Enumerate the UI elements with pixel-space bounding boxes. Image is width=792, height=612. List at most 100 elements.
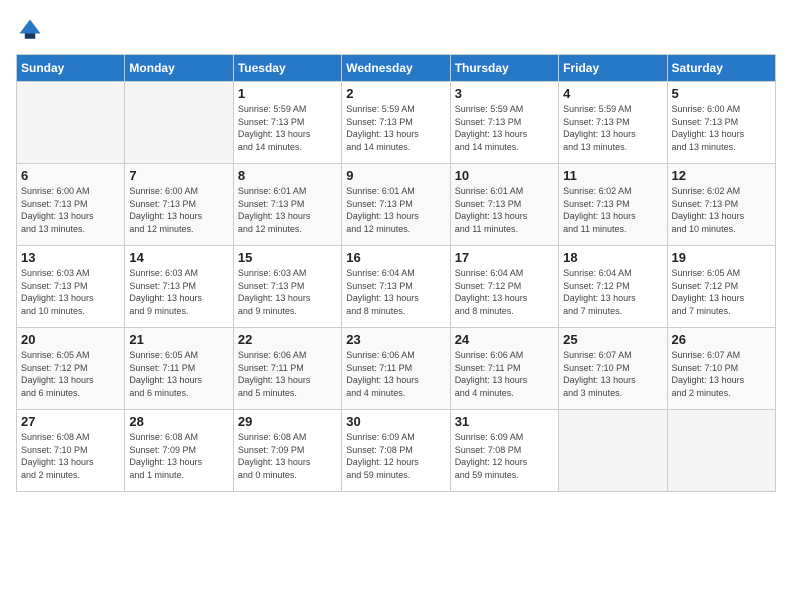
- day-number: 8: [238, 168, 337, 183]
- calendar-cell: 16 Sunrise: 6:04 AM Sunset: 7:13 PM Dayli…: [342, 246, 450, 328]
- day-info: Sunrise: 5:59 AM Sunset: 7:13 PM Dayligh…: [346, 103, 445, 153]
- calendar-cell: 4 Sunrise: 5:59 AM Sunset: 7:13 PM Daylig…: [559, 82, 667, 164]
- calendar-table: SundayMondayTuesdayWednesdayThursdayFrid…: [16, 54, 776, 492]
- day-number: 26: [672, 332, 771, 347]
- day-number: 21: [129, 332, 228, 347]
- day-info: Sunrise: 6:05 AM Sunset: 7:11 PM Dayligh…: [129, 349, 228, 399]
- day-info: Sunrise: 6:08 AM Sunset: 7:10 PM Dayligh…: [21, 431, 120, 481]
- calendar-cell: 7 Sunrise: 6:00 AM Sunset: 7:13 PM Daylig…: [125, 164, 233, 246]
- day-number: 10: [455, 168, 554, 183]
- calendar-cell: 6Sunrise: 6:00 AM Sunset: 7:13 PM Daylig…: [17, 164, 125, 246]
- day-info: Sunrise: 6:09 AM Sunset: 7:08 PM Dayligh…: [346, 431, 445, 481]
- day-number: 27: [21, 414, 120, 429]
- day-info: Sunrise: 6:07 AM Sunset: 7:10 PM Dayligh…: [672, 349, 771, 399]
- calendar-cell: 21 Sunrise: 6:05 AM Sunset: 7:11 PM Dayli…: [125, 328, 233, 410]
- day-info: Sunrise: 6:08 AM Sunset: 7:09 PM Dayligh…: [129, 431, 228, 481]
- day-info: Sunrise: 6:08 AM Sunset: 7:09 PM Dayligh…: [238, 431, 337, 481]
- day-number: 29: [238, 414, 337, 429]
- calendar-cell: 8 Sunrise: 6:01 AM Sunset: 7:13 PM Daylig…: [233, 164, 341, 246]
- day-number: 5: [672, 86, 771, 101]
- day-info: Sunrise: 6:06 AM Sunset: 7:11 PM Dayligh…: [346, 349, 445, 399]
- day-number: 13: [21, 250, 120, 265]
- calendar-cell: 15 Sunrise: 6:03 AM Sunset: 7:13 PM Dayli…: [233, 246, 341, 328]
- day-info: Sunrise: 6:06 AM Sunset: 7:11 PM Dayligh…: [455, 349, 554, 399]
- day-number: 15: [238, 250, 337, 265]
- calendar-cell: 25 Sunrise: 6:07 AM Sunset: 7:10 PM Dayli…: [559, 328, 667, 410]
- day-number: 19: [672, 250, 771, 265]
- calendar-cell: [559, 410, 667, 492]
- day-info: Sunrise: 6:05 AM Sunset: 7:12 PM Dayligh…: [672, 267, 771, 317]
- calendar-cell: 29 Sunrise: 6:08 AM Sunset: 7:09 PM Dayli…: [233, 410, 341, 492]
- day-number: 18: [563, 250, 662, 265]
- day-info: Sunrise: 5:59 AM Sunset: 7:13 PM Dayligh…: [455, 103, 554, 153]
- day-info: Sunrise: 6:07 AM Sunset: 7:10 PM Dayligh…: [563, 349, 662, 399]
- day-number: 3: [455, 86, 554, 101]
- day-info: Sunrise: 5:59 AM Sunset: 7:13 PM Dayligh…: [238, 103, 337, 153]
- day-number: 22: [238, 332, 337, 347]
- calendar-cell: 24 Sunrise: 6:06 AM Sunset: 7:11 PM Dayli…: [450, 328, 558, 410]
- day-number: 31: [455, 414, 554, 429]
- day-number: 14: [129, 250, 228, 265]
- calendar-cell: 5 Sunrise: 6:00 AM Sunset: 7:13 PM Daylig…: [667, 82, 775, 164]
- calendar-cell: 13 Sunrise: 6:03 AM Sunset: 7:13 PM Dayli…: [17, 246, 125, 328]
- day-number: 23: [346, 332, 445, 347]
- day-number: 25: [563, 332, 662, 347]
- calendar-cell: 27 Sunrise: 6:08 AM Sunset: 7:10 PM Dayli…: [17, 410, 125, 492]
- calendar-cell: [667, 410, 775, 492]
- day-number: 30: [346, 414, 445, 429]
- col-header-tuesday: Tuesday: [233, 55, 341, 82]
- day-number: 16: [346, 250, 445, 265]
- day-number: 12: [672, 168, 771, 183]
- col-header-monday: Monday: [125, 55, 233, 82]
- day-number: 4: [563, 86, 662, 101]
- day-number: 11: [563, 168, 662, 183]
- day-info: Sunrise: 5:59 AM Sunset: 7:13 PM Dayligh…: [563, 103, 662, 153]
- calendar-cell: 23 Sunrise: 6:06 AM Sunset: 7:11 PM Dayli…: [342, 328, 450, 410]
- day-info: Sunrise: 6:01 AM Sunset: 7:13 PM Dayligh…: [455, 185, 554, 235]
- day-number: 28: [129, 414, 228, 429]
- day-number: 9: [346, 168, 445, 183]
- day-number: 17: [455, 250, 554, 265]
- calendar-cell: 17 Sunrise: 6:04 AM Sunset: 7:12 PM Dayli…: [450, 246, 558, 328]
- calendar-cell: 1Sunrise: 5:59 AM Sunset: 7:13 PM Daylig…: [233, 82, 341, 164]
- day-info: Sunrise: 6:02 AM Sunset: 7:13 PM Dayligh…: [672, 185, 771, 235]
- calendar-cell: 28 Sunrise: 6:08 AM Sunset: 7:09 PM Dayli…: [125, 410, 233, 492]
- day-number: 6: [21, 168, 120, 183]
- calendar-cell: 12 Sunrise: 6:02 AM Sunset: 7:13 PM Dayli…: [667, 164, 775, 246]
- calendar-cell: 22 Sunrise: 6:06 AM Sunset: 7:11 PM Dayli…: [233, 328, 341, 410]
- calendar-cell: 26 Sunrise: 6:07 AM Sunset: 7:10 PM Dayli…: [667, 328, 775, 410]
- calendar-cell: 20Sunrise: 6:05 AM Sunset: 7:12 PM Dayli…: [17, 328, 125, 410]
- calendar-cell: 3 Sunrise: 5:59 AM Sunset: 7:13 PM Daylig…: [450, 82, 558, 164]
- calendar-cell: 2 Sunrise: 5:59 AM Sunset: 7:13 PM Daylig…: [342, 82, 450, 164]
- day-info: Sunrise: 6:04 AM Sunset: 7:12 PM Dayligh…: [455, 267, 554, 317]
- day-info: Sunrise: 6:01 AM Sunset: 7:13 PM Dayligh…: [238, 185, 337, 235]
- day-number: 7: [129, 168, 228, 183]
- day-info: Sunrise: 6:04 AM Sunset: 7:13 PM Dayligh…: [346, 267, 445, 317]
- col-header-thursday: Thursday: [450, 55, 558, 82]
- logo-icon: [16, 16, 44, 44]
- day-info: Sunrise: 6:03 AM Sunset: 7:13 PM Dayligh…: [238, 267, 337, 317]
- day-info: Sunrise: 6:02 AM Sunset: 7:13 PM Dayligh…: [563, 185, 662, 235]
- col-header-sunday: Sunday: [17, 55, 125, 82]
- day-info: Sunrise: 6:09 AM Sunset: 7:08 PM Dayligh…: [455, 431, 554, 481]
- calendar-cell: 14Sunrise: 6:03 AM Sunset: 7:13 PM Dayli…: [125, 246, 233, 328]
- day-info: Sunrise: 6:06 AM Sunset: 7:11 PM Dayligh…: [238, 349, 337, 399]
- logo: [16, 16, 48, 44]
- col-header-wednesday: Wednesday: [342, 55, 450, 82]
- col-header-saturday: Saturday: [667, 55, 775, 82]
- calendar-cell: 18 Sunrise: 6:04 AM Sunset: 7:12 PM Dayli…: [559, 246, 667, 328]
- day-info: Sunrise: 6:00 AM Sunset: 7:13 PM Dayligh…: [129, 185, 228, 235]
- col-header-friday: Friday: [559, 55, 667, 82]
- calendar-cell: 11 Sunrise: 6:02 AM Sunset: 7:13 PM Dayli…: [559, 164, 667, 246]
- calendar-cell: 30 Sunrise: 6:09 AM Sunset: 7:08 PM Dayli…: [342, 410, 450, 492]
- calendar-cell: 19 Sunrise: 6:05 AM Sunset: 7:12 PM Dayli…: [667, 246, 775, 328]
- day-number: 2: [346, 86, 445, 101]
- day-info: Sunrise: 6:04 AM Sunset: 7:12 PM Dayligh…: [563, 267, 662, 317]
- calendar-cell: [17, 82, 125, 164]
- calendar-cell: 10 Sunrise: 6:01 AM Sunset: 7:13 PM Dayli…: [450, 164, 558, 246]
- day-number: 24: [455, 332, 554, 347]
- calendar-cell: 31 Sunrise: 6:09 AM Sunset: 7:08 PM Dayli…: [450, 410, 558, 492]
- day-info: Sunrise: 6:00 AM Sunset: 7:13 PM Dayligh…: [672, 103, 771, 153]
- day-info: Sunrise: 6:03 AM Sunset: 7:13 PM Dayligh…: [21, 267, 120, 317]
- day-info: Sunrise: 6:05 AM Sunset: 7:12 PM Dayligh…: [21, 349, 120, 399]
